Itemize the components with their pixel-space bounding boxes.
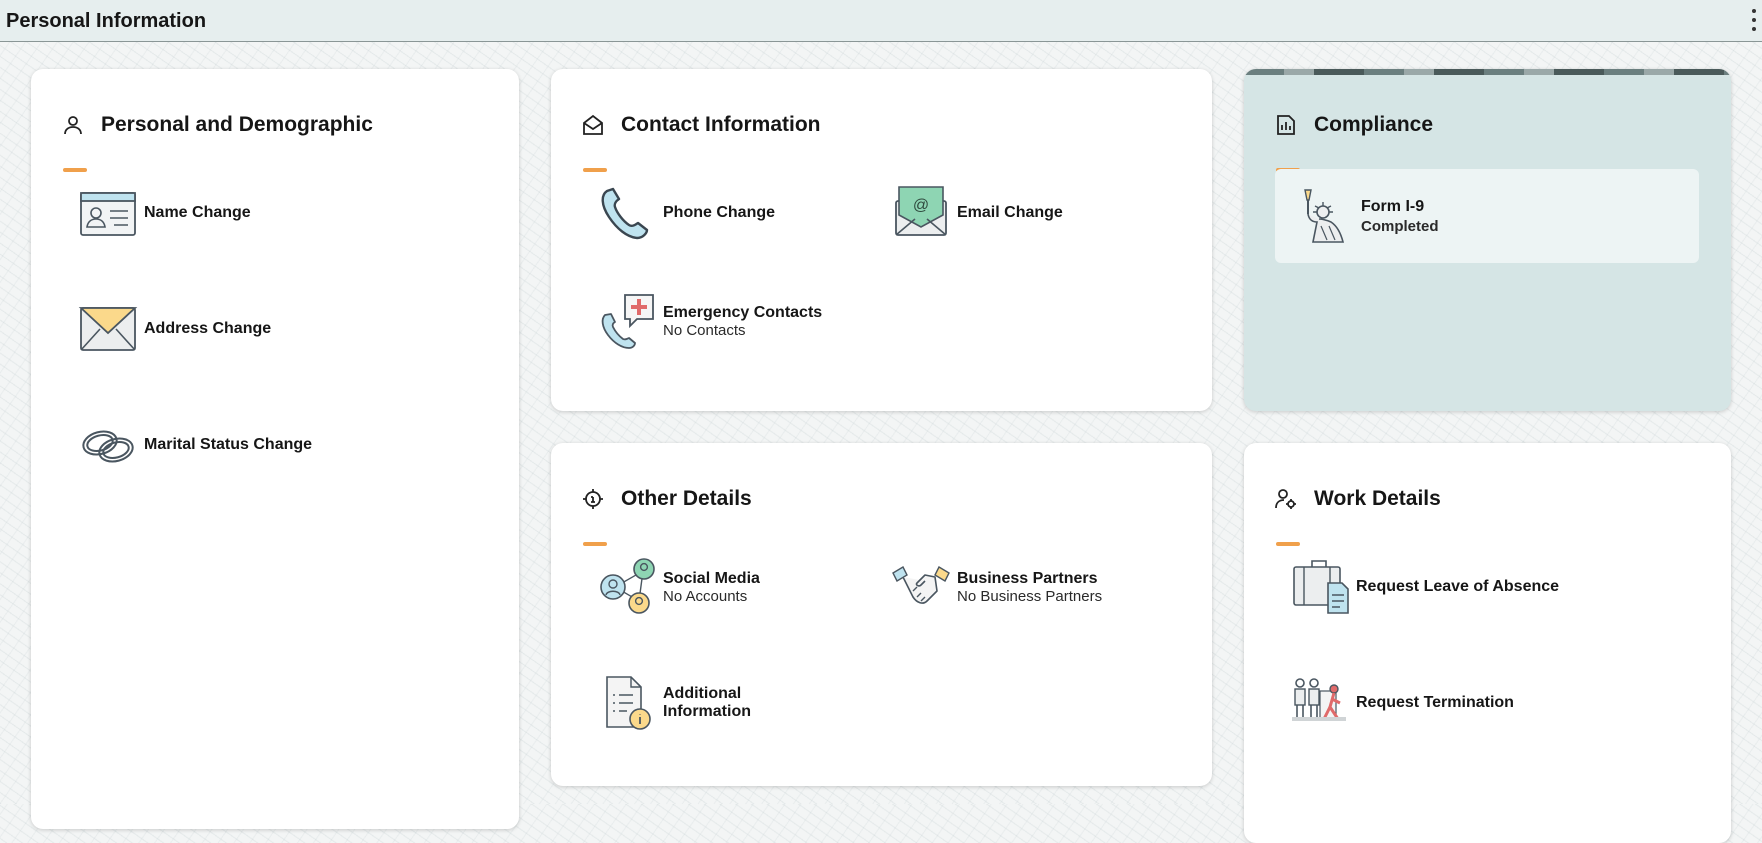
- card-title: Work Details: [1314, 487, 1441, 510]
- phone-change-tile[interactable]: Phone Change: [597, 183, 775, 243]
- phone-icon: [601, 187, 649, 240]
- additional-information-tile[interactable]: Additional Information: [597, 673, 773, 733]
- compliance-card: Compliance Form I-9 Completed: [1244, 69, 1731, 411]
- work-details-card: Work Details Request Leave of Absence Re…: [1244, 443, 1731, 843]
- handshake-icon: [892, 566, 950, 604]
- personal-demographic-card: Personal and Demographic Name Change Add…: [31, 69, 519, 829]
- title-underline: [583, 542, 607, 546]
- card-title: Compliance: [1314, 113, 1434, 136]
- marital-status-change-tile[interactable]: Marital Status Change: [78, 415, 312, 475]
- page-header: Personal Information: [0, 0, 1762, 42]
- card-title: Contact Information: [621, 113, 821, 136]
- card-header: Personal and Demographic: [61, 109, 373, 141]
- tile-label: Form I-9: [1361, 197, 1425, 215]
- request-leave-tile[interactable]: Request Leave of Absence: [1290, 557, 1559, 617]
- address-change-tile[interactable]: Address Change: [78, 299, 271, 359]
- person-gear-icon: [1275, 489, 1296, 509]
- email-change-tile[interactable]: @ Email Change: [891, 183, 1063, 243]
- card-title: Other Details: [621, 487, 752, 510]
- card-header: Contact Information: [581, 109, 821, 141]
- name-change-tile[interactable]: Name Change: [78, 183, 251, 243]
- tile-label: Additional Information: [663, 685, 751, 720]
- social-media-tile[interactable]: Social Media No Accounts: [597, 557, 760, 617]
- statue-of-liberty-icon: [1304, 189, 1345, 243]
- tile-sublabel: No Accounts: [663, 587, 748, 605]
- title-underline: [583, 168, 607, 172]
- svg-text:@: @: [913, 197, 929, 214]
- page-title: Personal Information: [6, 10, 207, 32]
- emergency-contacts-tile[interactable]: Emergency Contacts No Contacts: [597, 291, 822, 351]
- report-icon: [1277, 115, 1295, 135]
- email-icon: @: [895, 186, 947, 236]
- title-underline: [63, 168, 87, 172]
- tile-label: Emergency Contacts: [663, 303, 823, 321]
- more-options-icon[interactable]: [1750, 9, 1758, 31]
- document-info-icon: [606, 676, 651, 730]
- luggage-document-icon: [1293, 560, 1349, 614]
- banner-image: [1244, 69, 1731, 75]
- card-header: Work Details: [1274, 483, 1441, 515]
- card-title: Personal and Demographic: [101, 113, 373, 136]
- card-header: Compliance: [1274, 109, 1433, 141]
- tile-label: Social Media: [663, 569, 760, 587]
- rings-icon: [82, 430, 134, 463]
- person-icon: [64, 116, 82, 135]
- emergency-phone-icon: [601, 294, 654, 349]
- tile-label: Email Change: [957, 204, 1063, 221]
- tile-label: Marital Status Change: [144, 436, 313, 453]
- person-leaving-icon: [1292, 678, 1346, 721]
- form-i9-tile[interactable]: Form I-9 Completed: [1275, 169, 1699, 263]
- open-envelope-icon: [583, 114, 603, 135]
- tile-sublabel: No Business Partners: [957, 587, 1103, 605]
- id-card-icon: [80, 192, 136, 236]
- title-underline: [1276, 542, 1300, 546]
- envelope-icon: [78, 307, 138, 351]
- tile-label: Address Change: [144, 320, 272, 337]
- tile-label: Name Change: [144, 204, 251, 221]
- other-details-card: Other Details Social Media No Accounts B…: [551, 443, 1212, 786]
- tile-label: Business Partners: [957, 569, 1098, 587]
- tile-status: Completed: [1361, 217, 1439, 235]
- contact-information-card: Contact Information Phone Change @ Email…: [551, 69, 1212, 411]
- card-header: Other Details: [581, 483, 752, 515]
- request-termination-tile[interactable]: Request Termination: [1290, 673, 1514, 733]
- tile-label: Phone Change: [663, 204, 776, 221]
- tile-label: Request Leave of Absence: [1356, 578, 1560, 595]
- tile-sublabel: No Contacts: [663, 321, 746, 339]
- business-partners-tile[interactable]: Business Partners No Business Partners: [891, 557, 1102, 617]
- social-network-icon: [600, 558, 655, 614]
- info-target-icon: [583, 489, 603, 509]
- tile-label: Request Termination: [1356, 694, 1514, 711]
